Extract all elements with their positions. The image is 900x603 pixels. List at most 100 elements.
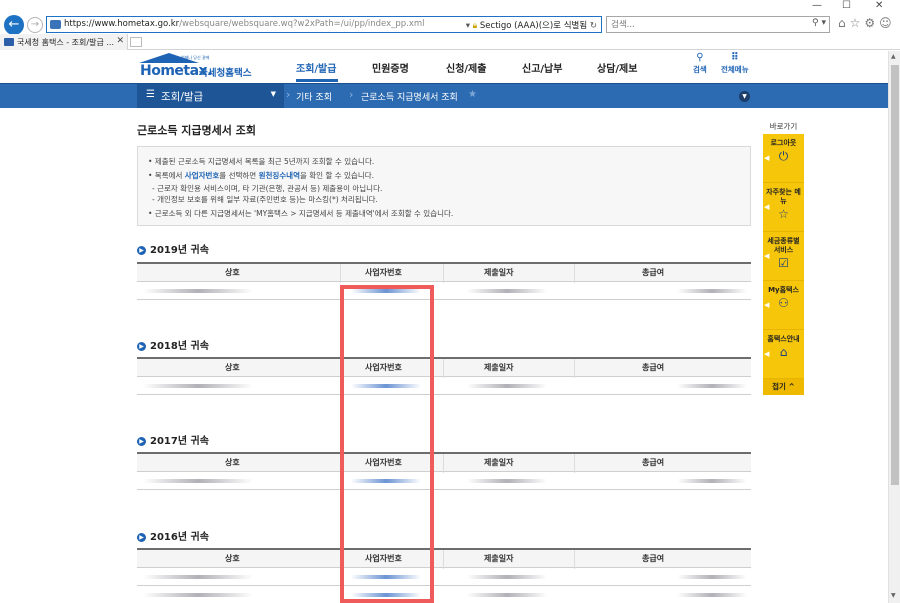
scroll-down-icon[interactable]: ▼ <box>891 592 896 599</box>
url-text: https://www.hometax.go.kr/websquare/webs… <box>64 19 425 29</box>
nav-civil-certificate[interactable]: 민원증명 <box>372 60 409 75</box>
minimize-button[interactable]: — <box>812 0 822 11</box>
quick-logout[interactable]: ◀ 로그아웃 ⏻ <box>763 134 804 183</box>
column-header-business-number: 사업자번호 <box>365 268 402 277</box>
year-title: 2016년 귀속 <box>150 532 209 543</box>
notice-line: • 목록에서 사업자번호를 선택하면 원천징수내역을 확인 할 수 있습니다. <box>148 170 374 181</box>
close-window-button[interactable]: ✕ <box>875 0 883 11</box>
nav-apply-submit[interactable]: 신청/제출 <box>446 60 486 75</box>
column-header-total-salary: 총급여 <box>642 363 665 372</box>
maximize-button[interactable]: ☐ <box>842 0 851 11</box>
year-table: 상호 사업자번호 제출일자 총급여 <box>137 357 751 395</box>
location-bar: ☰ 조회/발급 ▼ › 기타 조회 › 근로소득 지급명세서 조회 ★ ▼ <box>0 83 888 108</box>
column-divider <box>574 264 575 283</box>
refresh-icon[interactable]: ↻ <box>590 21 597 31</box>
tab-close-icon[interactable]: ✕ <box>116 36 124 46</box>
column-header-total-salary: 총급여 <box>642 268 665 277</box>
breadcrumb-other-inquiry[interactable]: 기타 조회 <box>296 90 332 103</box>
header-search-button[interactable]: ⚲ 검색 <box>693 53 707 75</box>
nav-report-pay[interactable]: 신고/납부 <box>522 60 562 75</box>
search-icon: ⚲ <box>696 52 704 63</box>
quick-menu-body: ◀ 로그아웃 ⏻ ◀ 자주찾는 메뉴 ☆ ◀ 세금종류별 서비스 ☑ ◀ My홈… <box>763 134 804 395</box>
notice-box: • 제출된 근로소득 지급명세서 목록을 최근 5년까지 조회할 수 있습니다.… <box>137 146 751 226</box>
search-icon[interactable]: ⚲ ▾ <box>812 18 826 28</box>
quick-my-hometax[interactable]: ◀ My홈택스 ⚇ <box>763 281 804 330</box>
breadcrumb-current: 근로소득 지급명세서 조회 <box>361 93 458 103</box>
year-heading: ▶ 2017년 귀속 <box>137 432 209 447</box>
url-field[interactable]: https://www.hometax.go.kr/websquare/webs… <box>46 16 602 33</box>
table-header: 상호 사업자번호 제출일자 총급여 <box>137 548 751 569</box>
quick-label: 홈택스안내 <box>767 335 800 343</box>
table-row[interactable] <box>137 282 751 300</box>
masked-company-name <box>143 479 253 483</box>
browser-search-input[interactable] <box>607 17 787 32</box>
masked-company-name <box>143 289 253 293</box>
bullet-arrow-icon: ▶ <box>137 437 146 446</box>
year-table: 상호 사업자번호 제출일자 총급여 <box>137 262 751 300</box>
forward-button[interactable]: → <box>27 17 43 33</box>
quick-arrow-icon: ◀ <box>764 350 770 358</box>
notice-line: - 개인정보 보호를 위해 일부 자료(주민번호 등)는 마스킹(*) 처리됩니… <box>152 195 378 204</box>
hometax-logo[interactable]: 언제나 당신 곁에 Hometax. 국세청홈택스 <box>137 53 257 81</box>
quick-favorites[interactable]: ◀ 자주찾는 메뉴 ☆ <box>763 183 804 232</box>
masked-submit-date <box>467 289 547 293</box>
location-expand-icon[interactable]: ▼ <box>739 91 750 102</box>
favorite-star-icon[interactable]: ★ <box>468 89 477 100</box>
quick-tax-type-service[interactable]: ◀ 세금종류별 서비스 ☑ <box>763 232 804 281</box>
notice-emphasis: 원천징수내역 <box>258 171 300 180</box>
nav-inquiry-issue[interactable]: 조회/발급 <box>296 60 336 75</box>
table-row[interactable] <box>137 586 751 603</box>
column-header-company: 상호 <box>225 554 240 563</box>
column-divider <box>443 454 444 473</box>
all-menu-button[interactable]: ⠿ 전체메뉴 <box>721 53 749 75</box>
column-divider <box>340 264 341 283</box>
breadcrumb-separator-icon: › <box>349 88 354 101</box>
tab-title: 국세청 홈택스 - 조회/발급 ... <box>17 38 114 47</box>
quick-menu-collapse-button[interactable]: 접기 ^ <box>763 379 804 395</box>
column-divider <box>574 359 575 378</box>
notice-text: 를 선택하면 <box>219 171 259 180</box>
column-header-company: 상호 <box>225 268 240 277</box>
table-header: 상호 사업자번호 제출일자 총급여 <box>137 357 751 378</box>
masked-total-salary <box>677 289 747 293</box>
masked-total-salary <box>677 593 747 597</box>
table-row[interactable] <box>137 568 751 586</box>
window-titlebar: — ☐ ✕ <box>0 0 900 14</box>
bullet-arrow-icon: ▶ <box>137 342 146 351</box>
masked-company-name <box>143 575 253 579</box>
certificate-label: Sectigo (AAA)(으)로 식별됨 <box>479 21 588 31</box>
highlight-annotation-box <box>340 285 434 603</box>
location-menu-dropdown[interactable]: ☰ 조회/발급 ▼ <box>137 84 284 108</box>
notice-line: • 근로소득 외 다른 지급명세서는 'MY홈택스 > 지급명세서 등 제출내역… <box>148 209 454 218</box>
address-bar-row: ← → https://www.hometax.go.kr/websquare/… <box>0 14 900 35</box>
column-divider <box>443 550 444 569</box>
logo-tagline: 언제나 당신 곁에 <box>181 55 210 60</box>
tab-hometax[interactable]: 국세청 홈택스 - 조회/발급 ... ✕ <box>0 34 128 50</box>
quick-label: My홈택스 <box>768 286 799 294</box>
table-row[interactable] <box>137 472 751 490</box>
quick-label: 로그아웃 <box>770 139 797 147</box>
tab-strip: 국세청 홈택스 - 조회/발급 ... ✕ <box>0 34 900 50</box>
header-search-label: 검색 <box>693 65 707 74</box>
year-table: 상호 사업자번호 제출일자 총급여 <box>137 452 751 490</box>
scrollbar-thumb[interactable] <box>891 65 899 485</box>
bullet-arrow-icon: ▶ <box>137 533 146 542</box>
back-button[interactable]: ← <box>4 15 24 35</box>
quick-arrow-icon: ◀ <box>764 252 770 260</box>
nav-consult-report[interactable]: 상담/제보 <box>597 60 637 75</box>
browser-search-box[interactable]: ⚲ ▾ <box>606 16 830 33</box>
quick-hometax-guide[interactable]: ◀ 홈택스안내 ⌂ <box>763 330 804 379</box>
quick-arrow-icon: ◀ <box>764 154 770 162</box>
new-tab-button[interactable] <box>130 37 142 47</box>
notice-emphasis: 사업자번호 <box>184 171 220 180</box>
scroll-up-icon[interactable]: ▲ <box>891 53 896 60</box>
certificate-info[interactable]: ▾ 🔒︎ Sectigo (AAA)(으)로 식별됨 ↻ <box>466 19 597 31</box>
masked-total-salary <box>677 575 747 579</box>
lock-icon: 🔒︎ <box>472 21 478 31</box>
year-heading: ▶ 2019년 귀속 <box>137 241 209 256</box>
table-header: 상호 사업자번호 제출일자 총급여 <box>137 262 751 283</box>
notice-line: - 근로자 확인용 서비스이며, 타 기관(은행, 관공서 등) 제출용이 아닙… <box>152 184 383 193</box>
page-scrollbar[interactable]: ▲ ▼ <box>888 51 900 603</box>
table-row[interactable] <box>137 377 751 395</box>
browser-toolbar-icons[interactable]: ⌂☆⚙☺ <box>838 16 896 30</box>
